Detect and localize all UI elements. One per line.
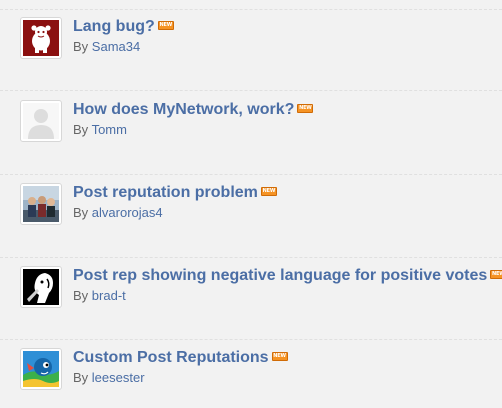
- default-person-avatar-icon: [23, 103, 59, 139]
- by-label: By: [73, 39, 89, 54]
- by-label: By: [73, 288, 89, 303]
- user-avatar[interactable]: [20, 266, 62, 308]
- thread-item: How does MyNetwork, work? NEW By Tomm: [0, 100, 502, 160]
- thread-title-link[interactable]: Custom Post Reputations: [73, 349, 269, 366]
- author-link[interactable]: leesester: [92, 370, 145, 385]
- by-label: By: [73, 122, 89, 137]
- author-link[interactable]: Sama34: [92, 39, 140, 54]
- black-white-silhouette-avatar-icon: [23, 269, 59, 305]
- divider: [0, 9, 502, 10]
- user-avatar[interactable]: [20, 348, 62, 390]
- thread-item: Lang bug? NEW By Sama34: [0, 17, 502, 77]
- thread-item: Post reputation problem NEW By alvaroroja…: [0, 183, 502, 243]
- author-link[interactable]: Tomm: [92, 122, 127, 137]
- new-badge: NEW: [157, 21, 174, 30]
- thread-title-link[interactable]: Post rep showing negative language for p…: [73, 267, 487, 284]
- thread-list: Lang bug? NEW By Sama34 How does MyNetwor…: [0, 0, 502, 404]
- new-badge: NEW: [490, 270, 502, 279]
- blue-cartoon-avatar-icon: [23, 351, 59, 387]
- user-avatar[interactable]: [20, 17, 62, 59]
- group-photo-avatar-icon: [23, 186, 59, 222]
- author-link[interactable]: alvarorojas4: [92, 205, 163, 220]
- new-badge: NEW: [260, 187, 277, 196]
- divider: [0, 339, 502, 340]
- new-badge: NEW: [271, 352, 288, 361]
- thread-title-link[interactable]: Post reputation problem: [73, 184, 258, 201]
- by-label: By: [73, 370, 89, 385]
- divider: [0, 257, 502, 258]
- thread-title-link[interactable]: Lang bug?: [73, 18, 155, 35]
- thread-item: Post rep showing negative language for p…: [0, 266, 502, 326]
- user-avatar[interactable]: [20, 183, 62, 225]
- author-link[interactable]: brad-t: [92, 288, 126, 303]
- thread-title-link[interactable]: How does MyNetwork, work?: [73, 101, 294, 118]
- by-label: By: [73, 205, 89, 220]
- divider: [0, 174, 502, 175]
- divider: [0, 90, 502, 91]
- user-avatar[interactable]: [20, 100, 62, 142]
- new-badge: NEW: [297, 104, 314, 113]
- thread-item: Custom Post Reputations NEW By leesester: [0, 348, 502, 408]
- red-mascot-avatar-icon: [23, 20, 59, 56]
